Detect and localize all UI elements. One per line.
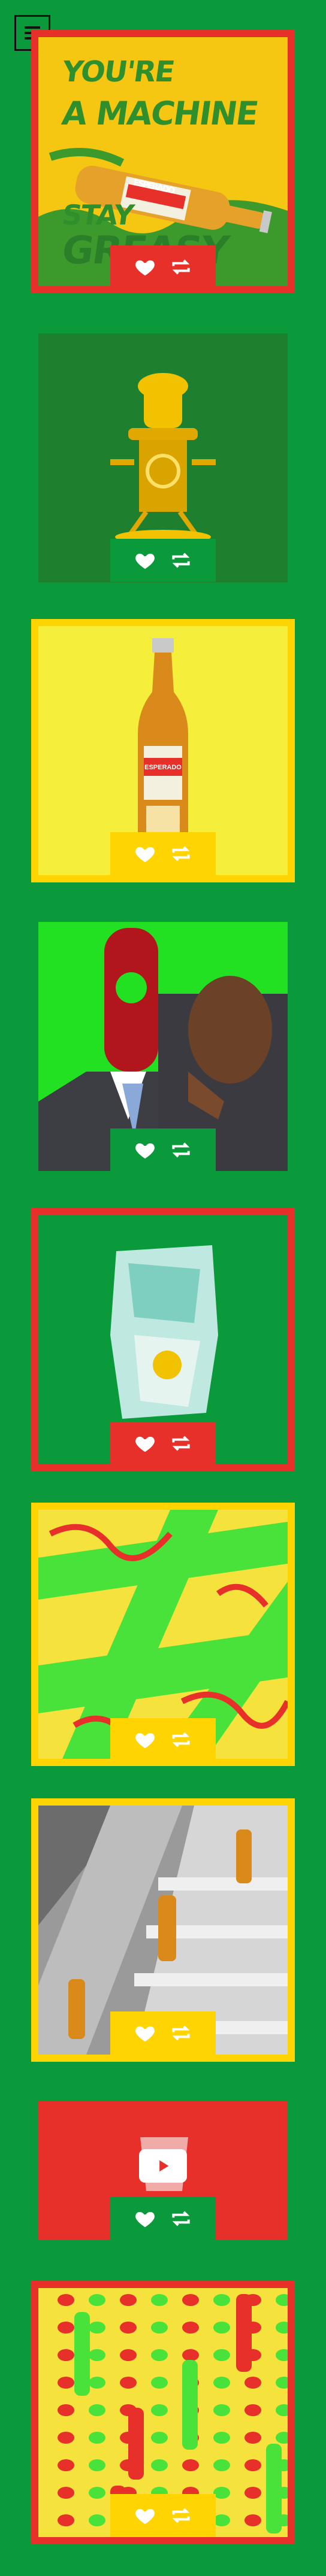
- hero-line-3: STAY: [60, 199, 135, 231]
- heart-icon[interactable]: [134, 1432, 156, 1455]
- retweet-icon[interactable]: [170, 2207, 192, 2230]
- retweet-icon[interactable]: [170, 2504, 192, 2527]
- post-actions-6: [110, 1718, 216, 1761]
- heart-icon[interactable]: [134, 1139, 156, 1161]
- retweet-icon[interactable]: [170, 1432, 192, 1455]
- post-actions-1: [110, 245, 216, 289]
- play-icon: [159, 2160, 169, 2172]
- heart-icon[interactable]: [134, 256, 156, 278]
- post-actions-7: [110, 2011, 216, 2055]
- retweet-icon[interactable]: [170, 549, 192, 572]
- post-actions-3: [110, 832, 216, 875]
- retweet-icon[interactable]: [170, 842, 192, 865]
- heart-icon[interactable]: [134, 2022, 156, 2044]
- post-actions-5: [110, 1422, 216, 1465]
- heart-icon[interactable]: [134, 549, 156, 572]
- heart-icon[interactable]: [134, 1728, 156, 1751]
- post-actions-8: [110, 2197, 216, 2240]
- retweet-icon[interactable]: [170, 2022, 192, 2044]
- post-actions-2: [110, 539, 216, 582]
- retweet-icon[interactable]: [170, 256, 192, 278]
- heart-icon[interactable]: [134, 2207, 156, 2230]
- heart-icon[interactable]: [134, 2504, 156, 2527]
- retweet-icon[interactable]: [170, 1139, 192, 1161]
- retweet-icon[interactable]: [170, 1728, 192, 1751]
- bottle-label-text: ESPERADO: [144, 764, 182, 771]
- heart-icon[interactable]: [134, 842, 156, 865]
- post-actions-9: [110, 2494, 216, 2537]
- play-button[interactable]: [139, 2149, 187, 2183]
- hero-line-2: A MACHINE: [59, 95, 260, 132]
- hero-line-1: YOU'RE: [60, 55, 176, 89]
- post-actions-4: [110, 1128, 216, 1172]
